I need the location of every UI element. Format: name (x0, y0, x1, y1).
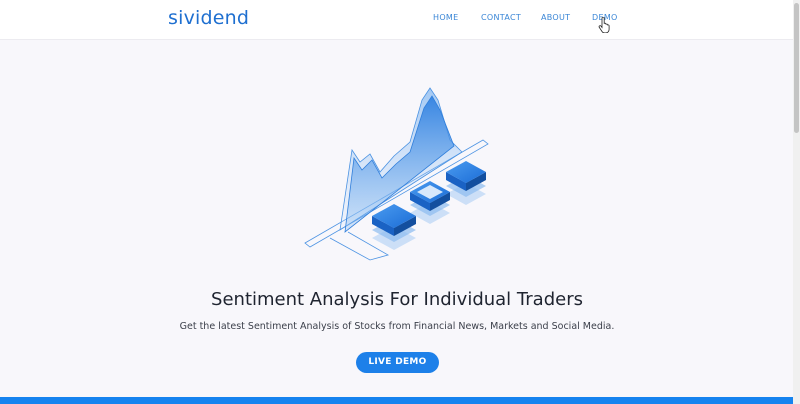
scrollbar-thumb[interactable] (794, 3, 799, 133)
hand-pointer-icon (598, 17, 610, 33)
footer-bar (0, 397, 794, 404)
live-demo-button[interactable]: LIVE DEMO (356, 352, 439, 373)
area-chart-isometric-illustration (304, 87, 489, 261)
logo[interactable]: sividend (168, 5, 249, 31)
nav-contact[interactable]: CONTACT (481, 12, 521, 24)
hero-title: Sentiment Analysis For Individual Trader… (211, 289, 583, 310)
nav-home[interactable]: HOME (433, 12, 458, 24)
nav-about[interactable]: ABOUT (541, 12, 570, 24)
hero-subtitle: Get the latest Sentiment Analysis of Sto… (179, 321, 615, 332)
navbar: sividend HOME CONTACT ABOUT DEMO (0, 0, 800, 40)
